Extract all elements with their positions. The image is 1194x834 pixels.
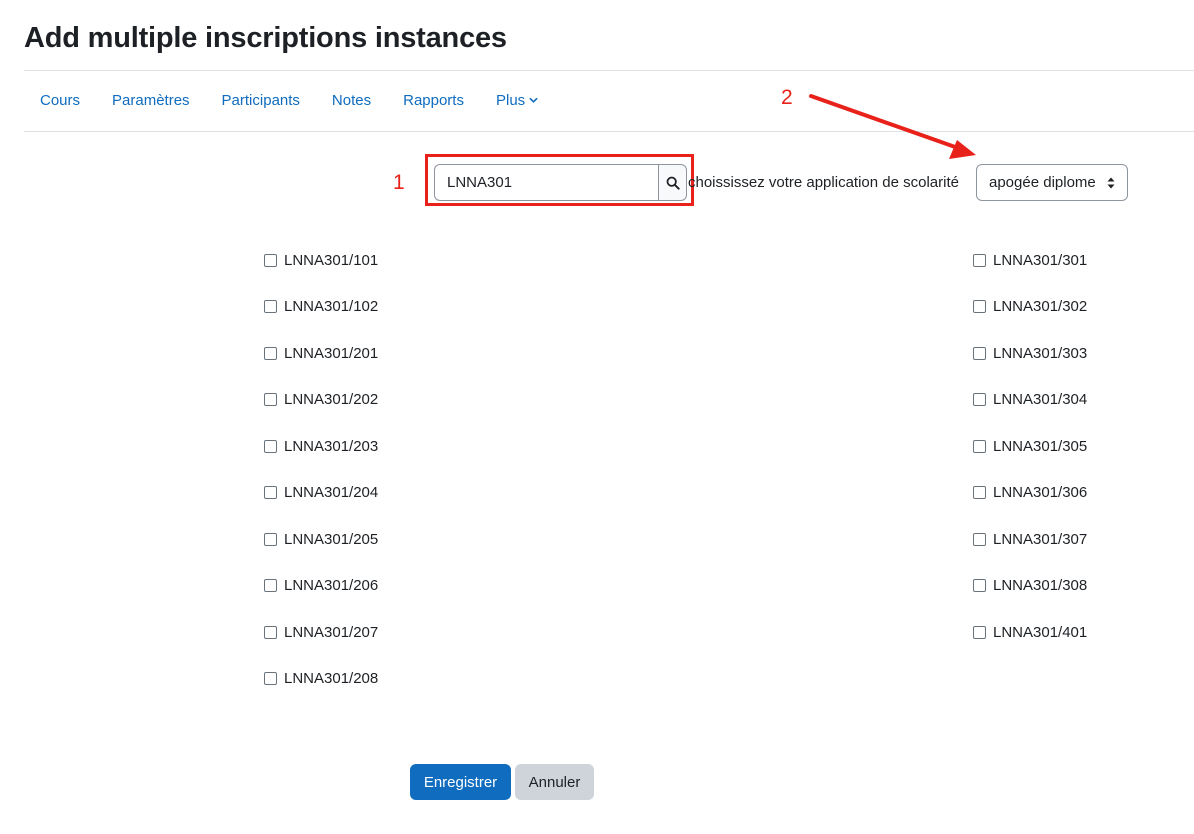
annotation-number-1: 1: [393, 171, 405, 194]
checkbox-column-left: LNNA301/101 LNNA301/102 LNNA301/201 LNNA…: [264, 250, 378, 715]
checkbox-item[interactable]: LNNA301/205: [264, 529, 378, 549]
checkbox-item[interactable]: LNNA301/207: [264, 622, 378, 642]
checkbox[interactable]: [264, 625, 277, 639]
select-arrows-icon: [1107, 177, 1115, 188]
nav-item-rapports[interactable]: Rapports: [387, 92, 480, 109]
title-divider: [24, 70, 1194, 71]
checkbox[interactable]: [973, 346, 986, 360]
nav-item-plus[interactable]: Plus: [480, 92, 554, 109]
checkbox[interactable]: [973, 300, 986, 313]
checkbox-item[interactable]: LNNA301/303: [973, 343, 1087, 363]
checkbox-label: LNNA301/207: [284, 623, 379, 641]
checkbox-label: LNNA301/201: [284, 344, 379, 362]
checkbox-label: LNNA301/307: [993, 530, 1088, 548]
cancel-button[interactable]: Annuler: [515, 764, 594, 800]
checkbox[interactable]: [973, 439, 986, 453]
search-button[interactable]: [658, 164, 687, 201]
checkbox[interactable]: [264, 486, 277, 499]
checkbox[interactable]: [264, 393, 277, 406]
checkbox[interactable]: [973, 532, 986, 546]
nav-item-participants[interactable]: Participants: [206, 92, 316, 109]
checkbox-item[interactable]: LNNA301/301: [973, 250, 1087, 270]
annotation-number-2: 2: [781, 86, 793, 109]
checkbox-label: LNNA301/302: [993, 298, 1088, 315]
checkbox[interactable]: [264, 672, 277, 685]
chevron-down-icon: [529, 97, 538, 103]
checkbox[interactable]: [973, 625, 986, 639]
checkbox-item[interactable]: LNNA301/304: [973, 390, 1087, 410]
checkbox-label: LNNA301/401: [993, 623, 1088, 641]
checkbox[interactable]: [973, 253, 986, 267]
checkbox[interactable]: [264, 300, 277, 313]
checkbox[interactable]: [264, 439, 277, 453]
checkbox-item[interactable]: LNNA301/208: [264, 669, 378, 689]
checkbox[interactable]: [264, 579, 277, 592]
checkbox[interactable]: [264, 253, 277, 267]
checkbox-item[interactable]: LNNA301/206: [264, 576, 378, 596]
page: Add multiple inscriptions instances Cour…: [0, 0, 1194, 834]
scolarite-selected-value: apogée diplome: [989, 174, 1096, 191]
checkbox[interactable]: [973, 486, 986, 499]
checkbox-label: LNNA301/208: [284, 670, 379, 687]
nav-item-cours[interactable]: Cours: [24, 92, 96, 109]
nav-item-plus-label: Plus: [495, 91, 526, 109]
checkbox-label: LNNA301/102: [284, 298, 379, 315]
checkbox[interactable]: [973, 393, 986, 406]
checkbox-label: LNNA301/303: [993, 344, 1088, 362]
checkbox-label: LNNA301/203: [284, 437, 379, 455]
checkbox-item[interactable]: LNNA301/302: [973, 297, 1087, 317]
checkbox-label: LNNA301/306: [993, 484, 1088, 501]
checkbox-item[interactable]: LNNA301/401: [973, 622, 1087, 642]
checkbox-label: LNNA301/308: [993, 577, 1088, 594]
nav-item-notes[interactable]: Notes: [316, 92, 387, 109]
checkbox-label: LNNA301/301: [993, 251, 1088, 269]
search-input[interactable]: [434, 164, 658, 201]
checkbox-item[interactable]: LNNA301/102: [264, 297, 378, 317]
checkbox-item[interactable]: LNNA301/203: [264, 436, 378, 456]
checkbox-item[interactable]: LNNA301/308: [973, 576, 1087, 596]
checkbox-label: LNNA301/206: [284, 577, 379, 594]
nav-divider: [24, 131, 1194, 132]
checkbox-label: LNNA301/202: [284, 391, 379, 408]
checkbox[interactable]: [973, 579, 986, 592]
checkbox-label: LNNA301/204: [284, 484, 379, 501]
checkbox-label: LNNA301/304: [993, 391, 1088, 408]
checkbox-item[interactable]: LNNA301/204: [264, 483, 378, 503]
checkbox-label: LNNA301/205: [284, 530, 379, 548]
checkbox-item[interactable]: LNNA301/201: [264, 343, 378, 363]
scolarite-label: choississez votre application de scolari…: [688, 174, 959, 191]
nav-item-parametres[interactable]: Paramètres: [96, 92, 206, 109]
checkbox-item[interactable]: LNNA301/101: [264, 250, 378, 270]
checkbox-column-right: LNNA301/301 LNNA301/302 LNNA301/303 LNNA…: [973, 250, 1087, 669]
search-icon: [666, 176, 680, 190]
checkbox-item[interactable]: LNNA301/307: [973, 529, 1087, 549]
scolarite-select[interactable]: apogée diplome: [976, 164, 1128, 201]
checkbox-label: LNNA301/305: [993, 437, 1088, 455]
checkbox-item[interactable]: LNNA301/305: [973, 436, 1087, 456]
checkbox-item[interactable]: LNNA301/202: [264, 390, 378, 410]
page-title: Add multiple inscriptions instances: [24, 22, 507, 54]
search-group: [434, 164, 687, 201]
save-button[interactable]: Enregistrer: [410, 764, 511, 800]
secondary-navigation: Cours Paramètres Participants Notes Rapp…: [24, 82, 554, 118]
checkbox[interactable]: [264, 346, 277, 360]
checkbox-item[interactable]: LNNA301/306: [973, 483, 1087, 503]
checkbox-label: LNNA301/101: [284, 251, 379, 269]
checkbox[interactable]: [264, 532, 277, 546]
